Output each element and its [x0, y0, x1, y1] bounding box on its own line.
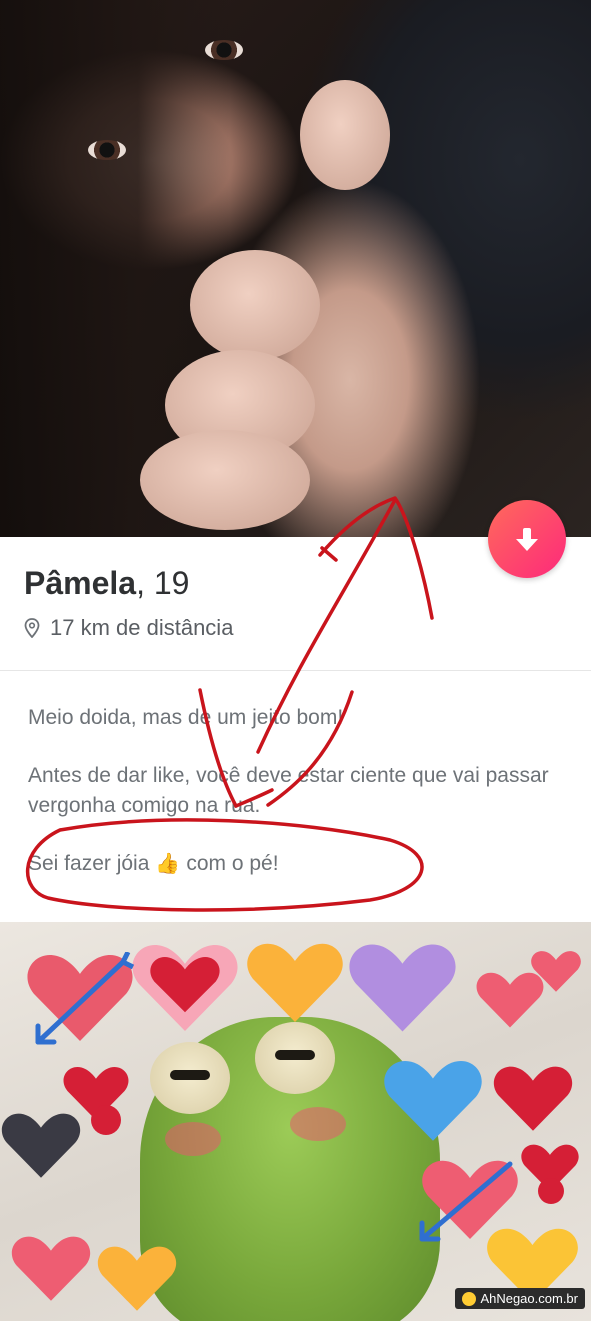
bio-line-3-start: Sei fazer jóia [28, 852, 150, 875]
heart-icon [531, 951, 581, 992]
collapse-profile-button[interactable] [488, 500, 566, 578]
profile-bio: Meio doida, mas de um jeito bom! Antes d… [28, 703, 558, 907]
meme-image [0, 922, 591, 1321]
profile-name-age: Pâmela, 19 [24, 565, 189, 602]
location-pin-icon [24, 618, 40, 638]
heart-icon [132, 944, 238, 1031]
heart-icon [247, 943, 343, 1022]
bio-line-3: Sei fazer jóia 👍 com o pé! [28, 849, 558, 879]
photo-toe [300, 80, 390, 190]
photo-eye-right [205, 40, 243, 60]
divider [0, 670, 591, 671]
heart-icon [11, 1236, 91, 1301]
photo-eye-left [88, 140, 126, 160]
bio-line-1: Meio doida, mas de um jeito bom! [28, 706, 344, 729]
frog-blush-right [290, 1107, 346, 1141]
distance-text: 17 km de distância [50, 615, 234, 640]
heart-icon [349, 944, 456, 1032]
heart-icon [384, 1061, 482, 1141]
arrow-icon [35, 952, 135, 1045]
photo-toe [140, 430, 310, 530]
profile-age: , 19 [136, 565, 190, 601]
watermark-text: AhNegao.com.br [480, 1291, 578, 1306]
heart-icon [1, 1113, 81, 1178]
frog-blush-left [165, 1122, 221, 1156]
bio-line-3-end: com o pé! [186, 852, 279, 875]
frog-eye-left [150, 1042, 230, 1114]
watermark-logo-icon [462, 1291, 477, 1306]
bio-line-2: Antes de dar like, você deve estar cient… [28, 764, 549, 817]
profile-photo[interactable] [0, 0, 591, 537]
profile-info-card: Pâmela, 19 17 km de distância Meio doida… [0, 537, 591, 922]
dot-decoration [538, 1178, 564, 1204]
profile-name: Pâmela [24, 565, 137, 601]
profile-distance: 17 km de distância [24, 615, 233, 641]
frog-eye-right [255, 1022, 335, 1094]
watermark: AhNegao.com.br [455, 1288, 585, 1309]
photo-toe [190, 250, 320, 360]
heart-icon [493, 1066, 573, 1131]
heart-icon [97, 1246, 177, 1311]
arrow-icon [419, 1161, 513, 1242]
thumbs-up-icon: 👍 [155, 853, 181, 875]
arrow-down-icon [516, 528, 538, 551]
dot-decoration [91, 1105, 121, 1135]
